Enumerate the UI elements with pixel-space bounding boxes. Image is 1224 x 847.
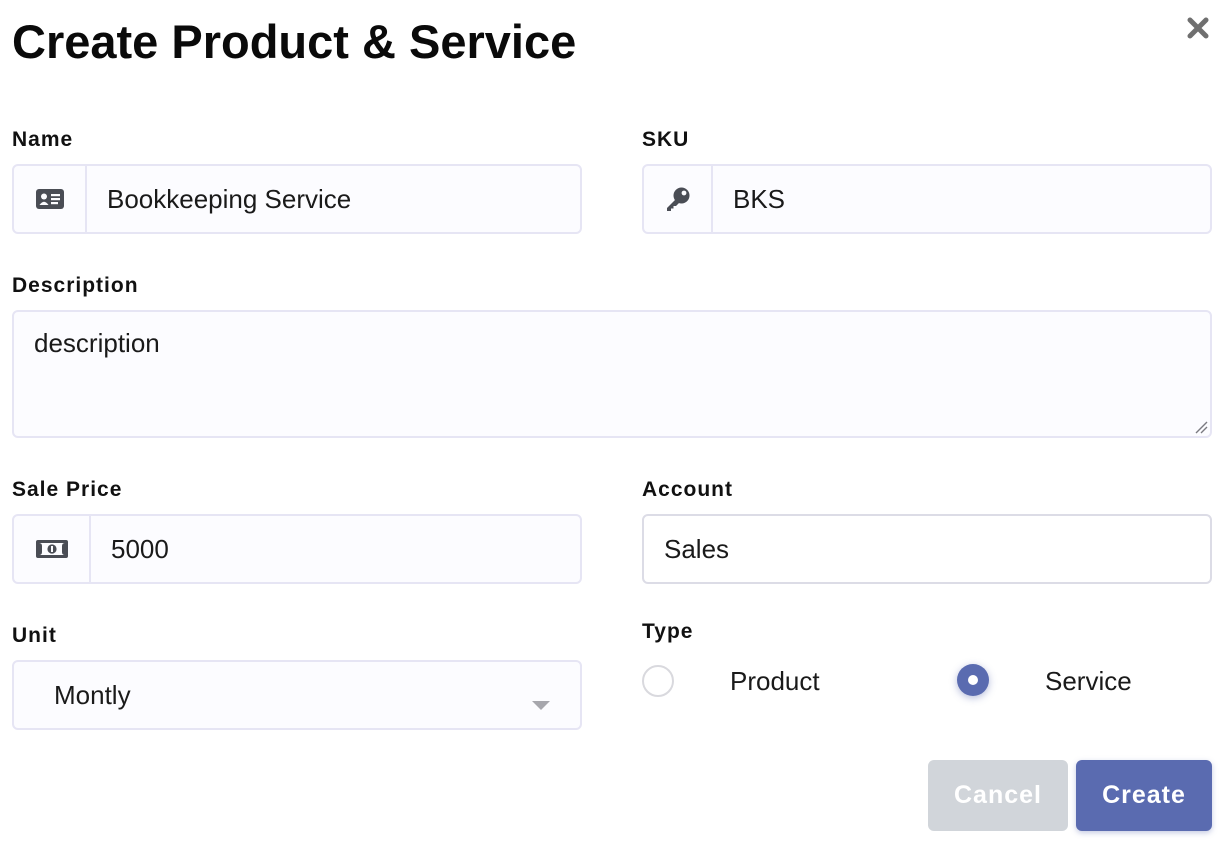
type-label: Type — [642, 620, 694, 643]
sku-input[interactable]: BKS — [713, 166, 1210, 232]
dialog-title: Create Product & Service — [12, 15, 577, 68]
create-product-service-dialog: Create Product & Service Name Bookkeepin… — [0, 0, 1224, 847]
unit-label: Unit — [12, 624, 57, 647]
unit-value: Montly — [54, 679, 131, 710]
name-label: Name — [12, 128, 74, 151]
description-textarea[interactable]: description — [12, 310, 1212, 438]
sku-addon — [644, 166, 713, 232]
money-bill-icon — [35, 540, 68, 558]
name-addon — [14, 166, 87, 232]
cancel-button[interactable]: Cancel — [928, 760, 1068, 831]
chevron-down-icon[interactable] — [532, 701, 550, 710]
type-radio-service[interactable] — [957, 664, 989, 696]
create-button[interactable]: Create — [1076, 760, 1212, 831]
sku-label: SKU — [642, 128, 690, 151]
account-value: Sales — [664, 533, 730, 564]
type-option-product-label[interactable]: Product — [730, 666, 820, 696]
type-option-service-label[interactable]: Service — [1045, 666, 1132, 696]
sale-price-addon — [14, 516, 91, 582]
id-card-icon — [35, 189, 64, 209]
account-select[interactable]: Sales — [642, 514, 1212, 584]
name-input[interactable]: Bookkeeping Service — [87, 166, 580, 232]
sale-price-label: Sale Price — [12, 478, 123, 501]
type-radio-product[interactable] — [642, 665, 674, 697]
name-field[interactable]: Bookkeeping Service — [12, 164, 582, 234]
resize-grip-icon[interactable] — [1192, 418, 1208, 434]
sku-field[interactable]: BKS — [642, 164, 1212, 234]
close-button[interactable] — [1182, 12, 1214, 44]
description-text: description — [34, 328, 160, 358]
key-icon — [666, 187, 689, 211]
account-label: Account — [642, 478, 733, 501]
sale-price-input[interactable]: 5000 — [91, 516, 580, 582]
unit-select[interactable]: Montly — [12, 660, 582, 730]
sale-price-field[interactable]: 5000 — [12, 514, 582, 584]
description-label: Description — [12, 274, 139, 297]
close-icon — [1187, 17, 1209, 39]
